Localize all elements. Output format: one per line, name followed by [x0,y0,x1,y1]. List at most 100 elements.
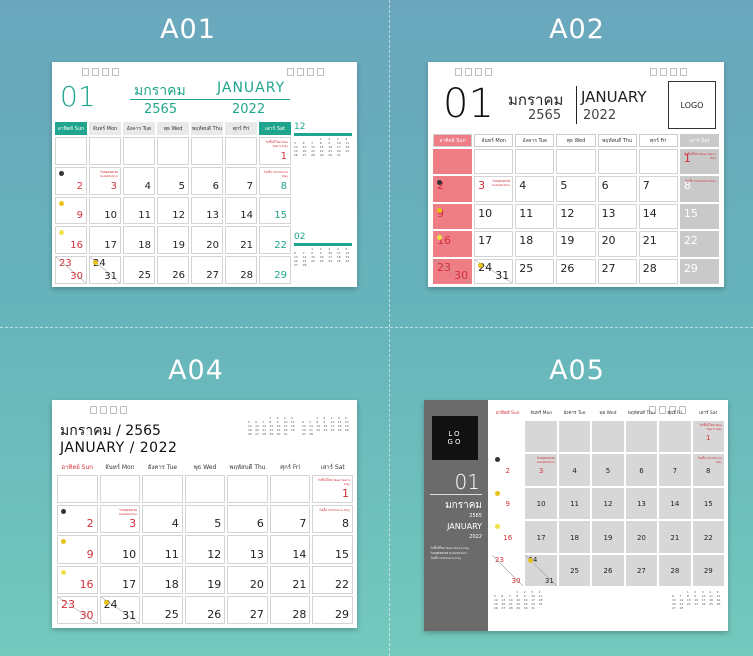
day-cell[interactable]: 25 [123,256,155,284]
day-cell[interactable]: 11 [123,196,155,225]
day-cell[interactable]: 16 [433,231,473,257]
day-cell[interactable]: 9 [433,203,473,230]
day-cell[interactable] [592,421,624,453]
day-cell[interactable]: 2431 [89,256,121,284]
day-cell[interactable]: 2431 [525,554,557,586]
day-cell[interactable]: 22 [679,231,719,257]
day-cell[interactable]: 19 [184,565,226,594]
day-cell[interactable] [525,421,557,453]
day-cell[interactable]: 10 [99,535,141,564]
day-cell[interactable]: 6 [597,176,637,202]
day-cell[interactable]: 1 วันขึ้นปีใหม่ New Year's Day [312,475,353,504]
day-cell[interactable]: 21 [659,521,691,553]
day-cell[interactable]: 20 [191,226,223,255]
day-cell[interactable]: 12 [157,196,189,225]
day-cell[interactable]: 25 [142,595,183,624]
day-cell[interactable]: 23 30 [492,554,524,586]
day-cell[interactable] [184,475,226,504]
day-cell[interactable]: 18 [142,565,183,594]
day-cell[interactable]: 16 [55,226,87,255]
day-cell[interactable]: 10 [525,487,557,520]
day-cell[interactable]: 11 [515,203,555,230]
day-cell[interactable]: 2 [55,166,87,195]
day-cell[interactable]: 6 [625,454,658,486]
day-cell[interactable]: 13 [191,196,223,225]
day-cell[interactable]: 8 วันเด็ก Children's Day [312,505,353,534]
day-cell[interactable]: 28 [225,256,257,284]
day-cell[interactable]: 16 [57,565,98,594]
day-cell[interactable]: 22 [312,565,353,594]
day-cell[interactable] [123,137,155,165]
day-cell[interactable]: 14 [638,203,678,230]
day-cell[interactable]: 29 [259,256,291,284]
day-cell[interactable] [225,137,257,165]
day-cell[interactable]: 19 [157,226,189,255]
day-cell[interactable] [191,137,223,165]
day-cell[interactable]: 21 [269,565,311,594]
day-cell[interactable]: 26 [592,554,624,586]
day-cell[interactable]: 11 [558,487,591,520]
day-cell[interactable]: 27 [597,258,637,284]
day-cell[interactable]: 26 [556,258,596,284]
day-cell[interactable] [157,137,189,165]
day-cell[interactable]: 12 [184,535,226,564]
day-cell[interactable]: 13 [227,535,268,564]
day-cell[interactable]: 4 [515,176,555,202]
calendar-a01[interactable]: 01 มกราคม JANUARY 2565 2022 อาทิตย์ Sun จ… [52,62,357,287]
day-cell[interactable]: 7 [269,505,311,534]
day-cell[interactable]: 12 [592,487,624,520]
day-cell[interactable]: 3 วันหยุดชดเชย Substitution [525,454,557,486]
day-cell[interactable]: 17 [525,521,557,553]
day-cell[interactable]: 15 [692,487,724,520]
day-cell[interactable]: 11 [142,535,183,564]
day-cell[interactable]: 27 [625,554,658,586]
day-cell[interactable]: 5 [592,454,624,486]
day-cell[interactable]: 18 [515,231,555,257]
day-cell[interactable] [558,421,591,453]
day-cell[interactable]: 28 [269,595,311,624]
day-cell[interactable]: 27 [191,256,223,284]
day-cell[interactable]: 16 [492,521,524,553]
day-cell[interactable]: 14 [269,535,311,564]
day-cell[interactable]: 17 [89,226,121,255]
day-cell[interactable]: 8 วันเด็ก Children's Day [679,176,719,202]
day-cell[interactable]: 1 วันขึ้นปีใหม่ New Year's Day [259,137,291,165]
day-cell[interactable] [597,149,637,175]
day-cell[interactable]: 5 [184,505,226,534]
day-cell[interactable]: 6 [191,166,223,195]
day-cell[interactable]: 21 [225,226,257,255]
day-cell[interactable]: 4 [123,166,155,195]
day-cell[interactable] [433,149,473,175]
day-cell[interactable]: 29 [679,258,719,284]
day-cell[interactable]: 5 [556,176,596,202]
day-cell[interactable]: 25 [558,554,591,586]
day-cell[interactable]: 2 [433,176,473,202]
calendar-a04[interactable]: มกราคม / 2565 JANUARY / 2022 1 2 3 4 5 6 7 8 9 10… [52,400,357,628]
day-cell[interactable]: 4 [558,454,591,486]
day-cell[interactable] [515,149,555,175]
day-cell[interactable]: 23 30 [57,595,98,624]
day-cell[interactable]: 10 [89,196,121,225]
day-cell[interactable] [142,475,183,504]
day-cell[interactable] [269,475,311,504]
day-cell[interactable]: 8 วันเด็ก Children's Day [259,166,291,195]
day-cell[interactable]: 5 [157,166,189,195]
day-cell[interactable]: 13 [597,203,637,230]
day-cell[interactable]: 7 [638,176,678,202]
day-cell[interactable] [227,475,268,504]
day-cell[interactable]: 7 [659,454,691,486]
day-cell[interactable] [99,475,141,504]
day-cell[interactable]: 27 [227,595,268,624]
day-cell[interactable]: 18 [558,521,591,553]
day-cell[interactable]: 3 วันหยุดชดเชย Substitution [474,176,514,202]
day-cell[interactable]: 2431 [474,258,514,284]
day-cell[interactable]: 22 [259,226,291,255]
day-cell[interactable]: 9 [55,196,87,225]
day-cell[interactable]: 10 [474,203,514,230]
day-cell[interactable] [89,137,121,165]
day-cell[interactable]: 3 วันหยุดชดเชย Substitution [89,166,121,195]
day-cell[interactable]: 2 [57,505,98,534]
day-cell[interactable]: 29 [692,554,724,586]
day-cell[interactable]: 8 วันเด็ก Children's Day [692,454,724,486]
day-cell[interactable]: 23 30 [55,256,87,284]
